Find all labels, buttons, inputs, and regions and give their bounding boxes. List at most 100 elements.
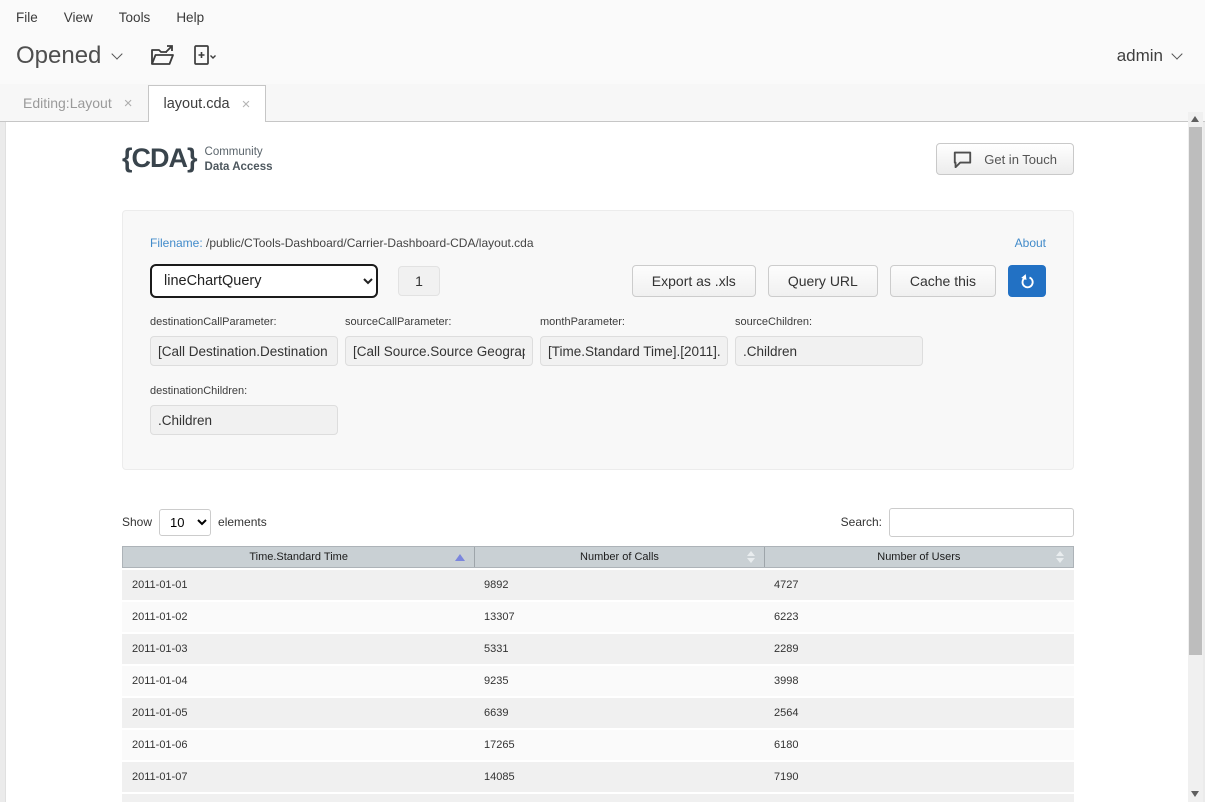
new-file-button[interactable]: [192, 44, 216, 68]
export-xls-button[interactable]: Export as .xls: [632, 265, 756, 297]
cell-calls: 17265: [474, 730, 764, 760]
cache-this-button[interactable]: Cache this: [890, 265, 996, 297]
parameter-label: monthParameter:: [540, 316, 728, 328]
table-row[interactable]: 2011-01-02 13307 6223: [122, 602, 1074, 632]
speech-bubble-icon: [953, 151, 972, 168]
column-header-users[interactable]: Number of Users: [764, 547, 1073, 567]
show-label: Show: [122, 515, 152, 529]
cda-editor-content: {CDA} Community Data Access Get in Touch…: [5, 122, 1188, 802]
tagline-line1: Community: [205, 146, 263, 158]
table-row[interactable]: 2011-01-05 6639 2564: [122, 698, 1074, 728]
search-input[interactable]: [889, 508, 1074, 537]
table-row[interactable]: 2011-01-07 14085 7190: [122, 762, 1074, 792]
menu-file[interactable]: File: [16, 10, 38, 25]
cell-date: 2011-01-02: [122, 602, 474, 632]
close-icon[interactable]: ×: [124, 95, 133, 112]
month-parameter-input[interactable]: [540, 336, 728, 366]
get-in-touch-label: Get in Touch: [984, 152, 1057, 167]
source-call-parameter-input[interactable]: [345, 336, 533, 366]
tab-layout-cda[interactable]: layout.cda ×: [148, 85, 267, 122]
chevron-down-icon: [1171, 48, 1182, 59]
source-children-input[interactable]: [735, 336, 923, 366]
get-in-touch-button[interactable]: Get in Touch: [936, 143, 1074, 175]
parameter-label: sourceCallParameter:: [345, 316, 533, 328]
cell-calls: 6639: [474, 698, 764, 728]
table-row-clipped: [122, 794, 1074, 802]
parameter-field: destinationChildren:: [150, 385, 338, 435]
brand-row: {CDA} Community Data Access Get in Touch: [122, 143, 1074, 176]
open-file-button[interactable]: [149, 44, 176, 68]
chevron-down-icon: [112, 48, 123, 59]
menu-view[interactable]: View: [64, 10, 93, 25]
table-row[interactable]: 2011-01-03 5331 2289: [122, 634, 1074, 664]
cell-users: 2289: [764, 634, 1074, 664]
table-row[interactable]: 2011-01-01 9892 4727: [122, 570, 1074, 600]
cell-date: 2011-01-05: [122, 698, 474, 728]
parameter-field: sourceChildren:: [735, 316, 923, 366]
query-url-button[interactable]: Query URL: [768, 265, 878, 297]
table-row[interactable]: 2011-01-04 9235 3998: [122, 666, 1074, 696]
scrollbar-thumb[interactable]: [1189, 127, 1202, 655]
opened-label: Opened: [16, 42, 101, 70]
sort-ascending-icon: [455, 554, 465, 561]
folder-open-icon: [149, 44, 176, 68]
column-header-time[interactable]: Time.Standard Time: [123, 547, 474, 567]
cell-users: 4727: [764, 570, 1074, 600]
destination-call-parameter-input[interactable]: [150, 336, 338, 366]
new-file-icon: [192, 44, 216, 68]
cell-calls: 14085: [474, 762, 764, 792]
toolbar: Opened admin: [0, 34, 1205, 84]
query-select[interactable]: lineChartQuery: [150, 264, 378, 298]
vertical-scrollbar[interactable]: [1188, 112, 1203, 802]
parameter-label: sourceChildren:: [735, 316, 923, 328]
cda-logo-mark: {CDA}: [122, 143, 197, 174]
scroll-up-arrow-icon[interactable]: [1191, 116, 1199, 122]
tagline-line2: Data Access: [205, 161, 273, 173]
sort-both-icon: [1056, 551, 1064, 563]
cell-users: 6180: [764, 730, 1074, 760]
page-size-select[interactable]: 10: [159, 509, 211, 536]
results-table: Time.Standard Time Number of Calls Numbe…: [122, 546, 1074, 802]
page-number-input[interactable]: [398, 266, 440, 296]
refresh-icon: [1019, 273, 1036, 290]
tab-label: Editing:Layout: [23, 95, 112, 111]
cell-calls: 9235: [474, 666, 764, 696]
opened-dropdown[interactable]: Opened: [16, 42, 121, 70]
tab-bar: Editing:Layout × layout.cda ×: [0, 84, 1205, 122]
cell-date: 2011-01-03: [122, 634, 474, 664]
elements-label: elements: [218, 515, 267, 529]
about-link[interactable]: About: [1015, 236, 1046, 250]
refresh-query-button[interactable]: [1008, 265, 1046, 297]
menu-bar: File View Tools Help: [0, 0, 1205, 34]
top-chrome: File View Tools Help Opened: [0, 0, 1205, 84]
cell-users: 2564: [764, 698, 1074, 728]
cell-date: 2011-01-01: [122, 570, 474, 600]
user-name: admin: [1117, 46, 1163, 66]
cell-calls: 5331: [474, 634, 764, 664]
user-menu[interactable]: admin: [1117, 46, 1181, 66]
column-header-calls[interactable]: Number of Calls: [474, 547, 763, 567]
filename-row: Filename: /public/CTools-Dashboard/Carri…: [150, 236, 1046, 250]
parameters-grid: destinationCallParameter: sourceCallPara…: [150, 316, 1046, 435]
table-row[interactable]: 2011-01-06 17265 6180: [122, 730, 1074, 760]
parameter-field: monthParameter:: [540, 316, 728, 366]
close-icon[interactable]: ×: [242, 96, 251, 113]
menu-tools[interactable]: Tools: [119, 10, 151, 25]
parameter-label: destinationCallParameter:: [150, 316, 338, 328]
tab-editing-layout[interactable]: Editing:Layout ×: [8, 85, 148, 121]
table-controls: Show 10 elements Search:: [122, 507, 1074, 537]
cell-date: 2011-01-07: [122, 762, 474, 792]
tab-label: layout.cda: [164, 96, 230, 112]
cell-users: 6223: [764, 602, 1074, 632]
filename-label: Filename:: [150, 236, 203, 250]
menu-help[interactable]: Help: [176, 10, 204, 25]
search-label: Search:: [841, 515, 882, 529]
sort-both-icon: [747, 551, 755, 563]
cell-users: 3998: [764, 666, 1074, 696]
cda-logo: {CDA} Community Data Access: [122, 143, 273, 174]
parameter-field: destinationCallParameter:: [150, 316, 338, 366]
page-size-control: Show 10 elements: [122, 509, 267, 536]
query-row: lineChartQuery Export as .xls Query URL …: [150, 264, 1046, 298]
destination-children-input[interactable]: [150, 405, 338, 435]
scroll-down-arrow-icon[interactable]: [1191, 791, 1199, 797]
